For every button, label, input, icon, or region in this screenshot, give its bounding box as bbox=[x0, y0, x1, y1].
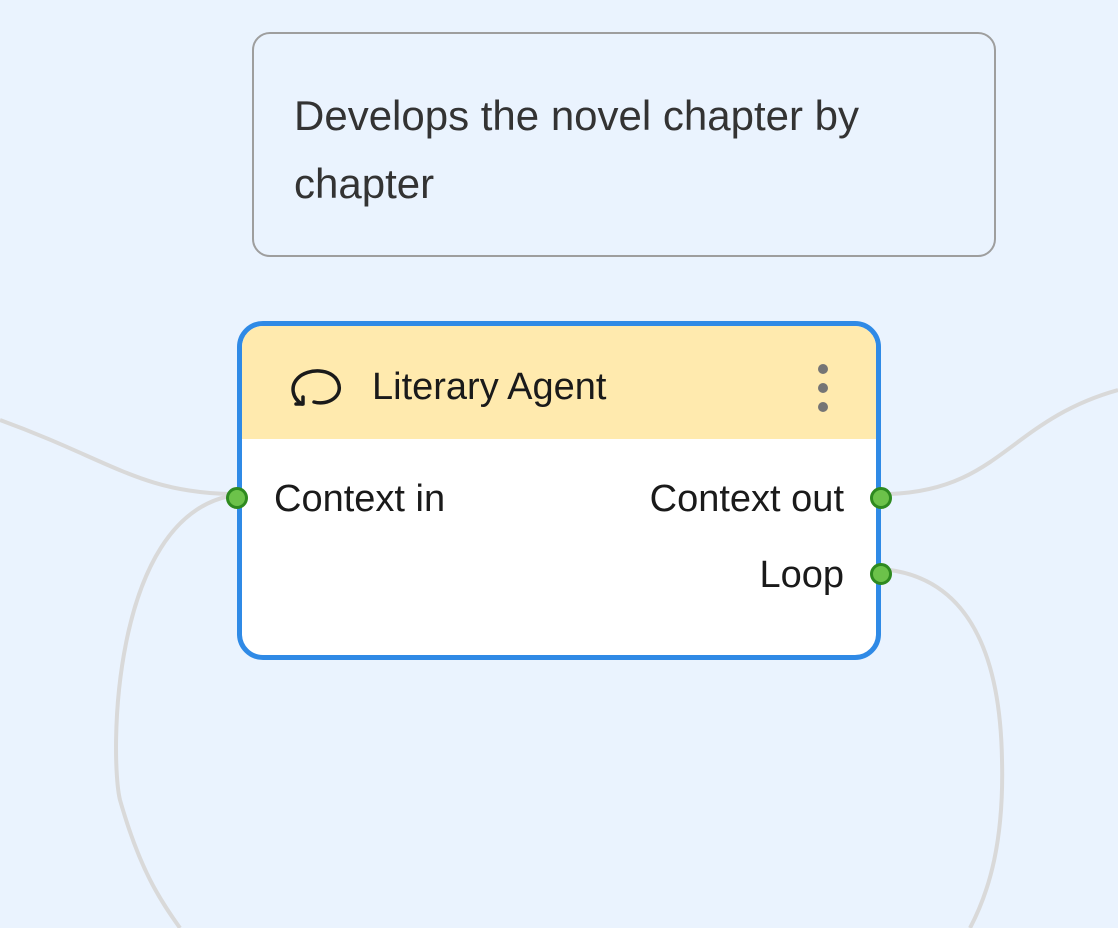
loop-icon bbox=[291, 369, 342, 406]
input-port-label-context-in: Context in bbox=[274, 478, 446, 520]
input-port-context-in[interactable] bbox=[226, 487, 248, 509]
edge-incoming-context[interactable] bbox=[0, 418, 231, 496]
node-title: Literary Agent bbox=[372, 366, 607, 408]
output-port-context-out[interactable] bbox=[870, 487, 892, 509]
agent-node[interactable]: Literary Agent Context in Context out Lo… bbox=[226, 321, 892, 660]
edge-loop-return[interactable] bbox=[114, 494, 231, 928]
comment-note[interactable]: Develops the novel chapter by chapter bbox=[252, 32, 996, 257]
more-vertical-icon[interactable] bbox=[808, 360, 838, 416]
output-port-label-context-out: Context out bbox=[649, 478, 844, 520]
output-port-loop[interactable] bbox=[870, 563, 892, 585]
output-port-label-loop: Loop bbox=[759, 554, 844, 596]
node-header[interactable]: Literary Agent bbox=[242, 326, 876, 439]
edge-outgoing-context[interactable] bbox=[889, 388, 1118, 496]
flow-canvas[interactable]: Develops the novel chapter by chapter Li… bbox=[0, 0, 1118, 928]
comment-note-text: Develops the novel chapter by chapter bbox=[294, 92, 860, 207]
edge-loop-output[interactable] bbox=[889, 568, 1005, 928]
